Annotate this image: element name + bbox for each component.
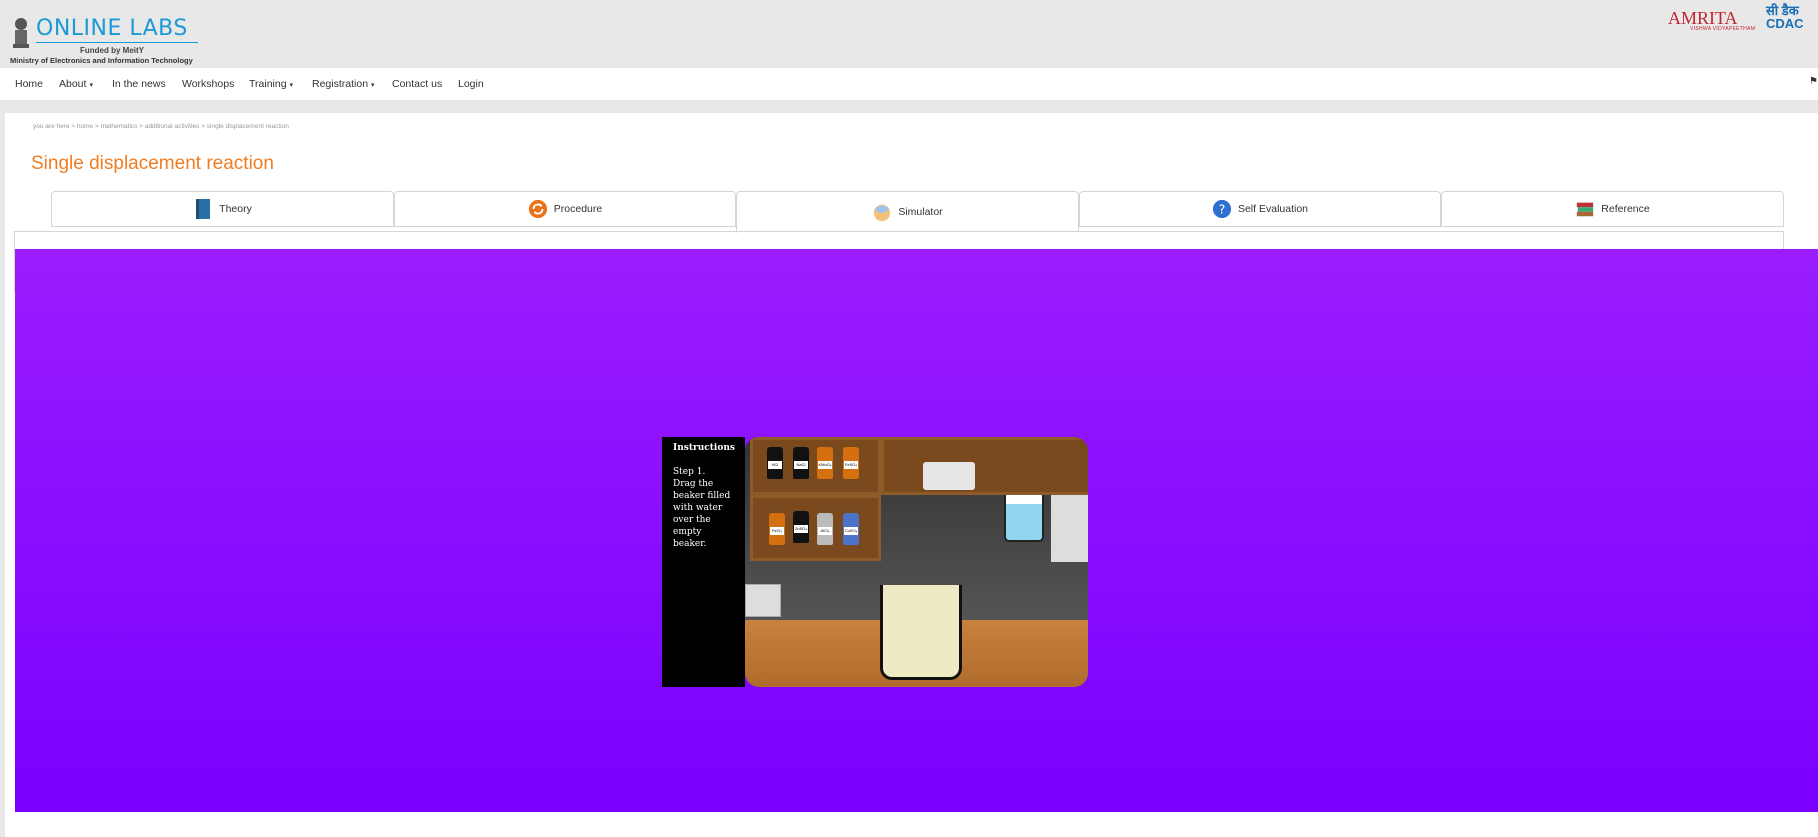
- nav-login[interactable]: Login: [458, 68, 484, 100]
- main-navigation: Home About ▾ In the news Workshops Traini…: [0, 68, 1818, 100]
- chevron-down-icon: ▾: [89, 82, 93, 89]
- bottle-cuso4[interactable]: CuSO₄: [843, 513, 859, 545]
- svg-text:?: ?: [1219, 202, 1226, 217]
- nav-home[interactable]: Home: [15, 68, 43, 100]
- brand-name: ONLINE LABS: [36, 16, 188, 41]
- simulator-frame: Instructions Step 1. Drag the beaker fil…: [662, 437, 1088, 687]
- tab-procedure[interactable]: Procedure: [394, 191, 736, 227]
- reactivity-chart: [1051, 495, 1088, 562]
- simulator-area[interactable]: Instructions Step 1. Drag the beaker fil…: [15, 249, 1818, 812]
- page-title: Single displacement reaction: [31, 153, 274, 174]
- bottle-fecl3[interactable]: FeCl₃: [769, 513, 785, 545]
- amrita-subtext: VISHWA VIDYAPEETHAM: [1690, 26, 1756, 32]
- nav-workshops[interactable]: Workshops: [182, 68, 234, 100]
- water-beaker[interactable]: [1004, 495, 1044, 542]
- bottle-nacl[interactable]: NaCl: [793, 447, 809, 479]
- equipment-shelf: [881, 437, 1088, 495]
- nav-registration[interactable]: Registration ▾: [312, 68, 375, 100]
- nav-in-the-news[interactable]: In the news: [112, 68, 166, 100]
- tab-simulator[interactable]: Simulator: [736, 191, 1079, 233]
- online-labs-logo[interactable]: ONLINE LABS Funded by MeitY Ministry of …: [8, 14, 198, 66]
- nav-about[interactable]: About ▾: [59, 68, 93, 100]
- cdac-logo[interactable]: सी डैक CDAC: [1766, 4, 1804, 30]
- bottle-feso4[interactable]: FeSO₄: [843, 447, 859, 479]
- simulator-globe-icon: [874, 204, 891, 222]
- ministry-text: Ministry of Electronics and Information …: [10, 56, 193, 65]
- tab-bar: Theory Procedure Simulator ? Self Evalua…: [51, 191, 1791, 233]
- national-emblem-icon: [13, 18, 29, 48]
- test-tube-rack[interactable]: [745, 584, 781, 617]
- chevron-down-icon: ▾: [289, 82, 294, 89]
- bottle-alcl3[interactable]: AlCl₃: [817, 513, 833, 545]
- instructions-step: Step 1.: [673, 467, 706, 477]
- refresh-icon: [528, 199, 547, 219]
- instructions-text: Drag the beaker filled with water over t…: [673, 479, 731, 549]
- funded-by-text: Funded by MeitY: [80, 46, 144, 55]
- bottle-hcl[interactable]: HCl: [767, 447, 783, 479]
- bottle-kmno4[interactable]: KMnO₄: [817, 447, 833, 479]
- book-icon: [196, 199, 211, 219]
- breadcrumb: you are here > home > mathematics > addi…: [33, 123, 289, 130]
- question-icon: ?: [1212, 199, 1232, 219]
- bottle-znso4[interactable]: ZnSO₄: [793, 511, 809, 543]
- chevron-down-icon: ▾: [371, 82, 375, 89]
- tab-reference[interactable]: Reference: [1441, 191, 1784, 227]
- brand-underline: [36, 42, 198, 43]
- empty-beaker[interactable]: [880, 585, 962, 680]
- books-icon: [1577, 202, 1594, 217]
- instructions-title: Instructions: [673, 443, 735, 453]
- partner-logos: AMRITA VISHWA VIDYAPEETHAM सी डैक CDAC: [1668, 4, 1808, 36]
- instructions-panel: Instructions Step 1. Drag the beaker fil…: [662, 437, 745, 687]
- nav-training[interactable]: Training ▾: [249, 68, 293, 100]
- tab-self-evaluation[interactable]: ? Self Evaluation: [1079, 191, 1441, 227]
- virtual-lab-scene: HCl NaCl KMnO₄ FeSO₄ FeCl₃ ZnSO₄ AlCl₃ C…: [745, 437, 1088, 687]
- weighing-scale[interactable]: [923, 462, 975, 490]
- tab-theory[interactable]: Theory: [51, 191, 394, 227]
- site-header: ONLINE LABS Funded by MeitY Ministry of …: [0, 0, 1818, 68]
- language-flag-icon[interactable]: ⚑: [1809, 76, 1818, 87]
- nav-contact-us[interactable]: Contact us: [392, 68, 442, 100]
